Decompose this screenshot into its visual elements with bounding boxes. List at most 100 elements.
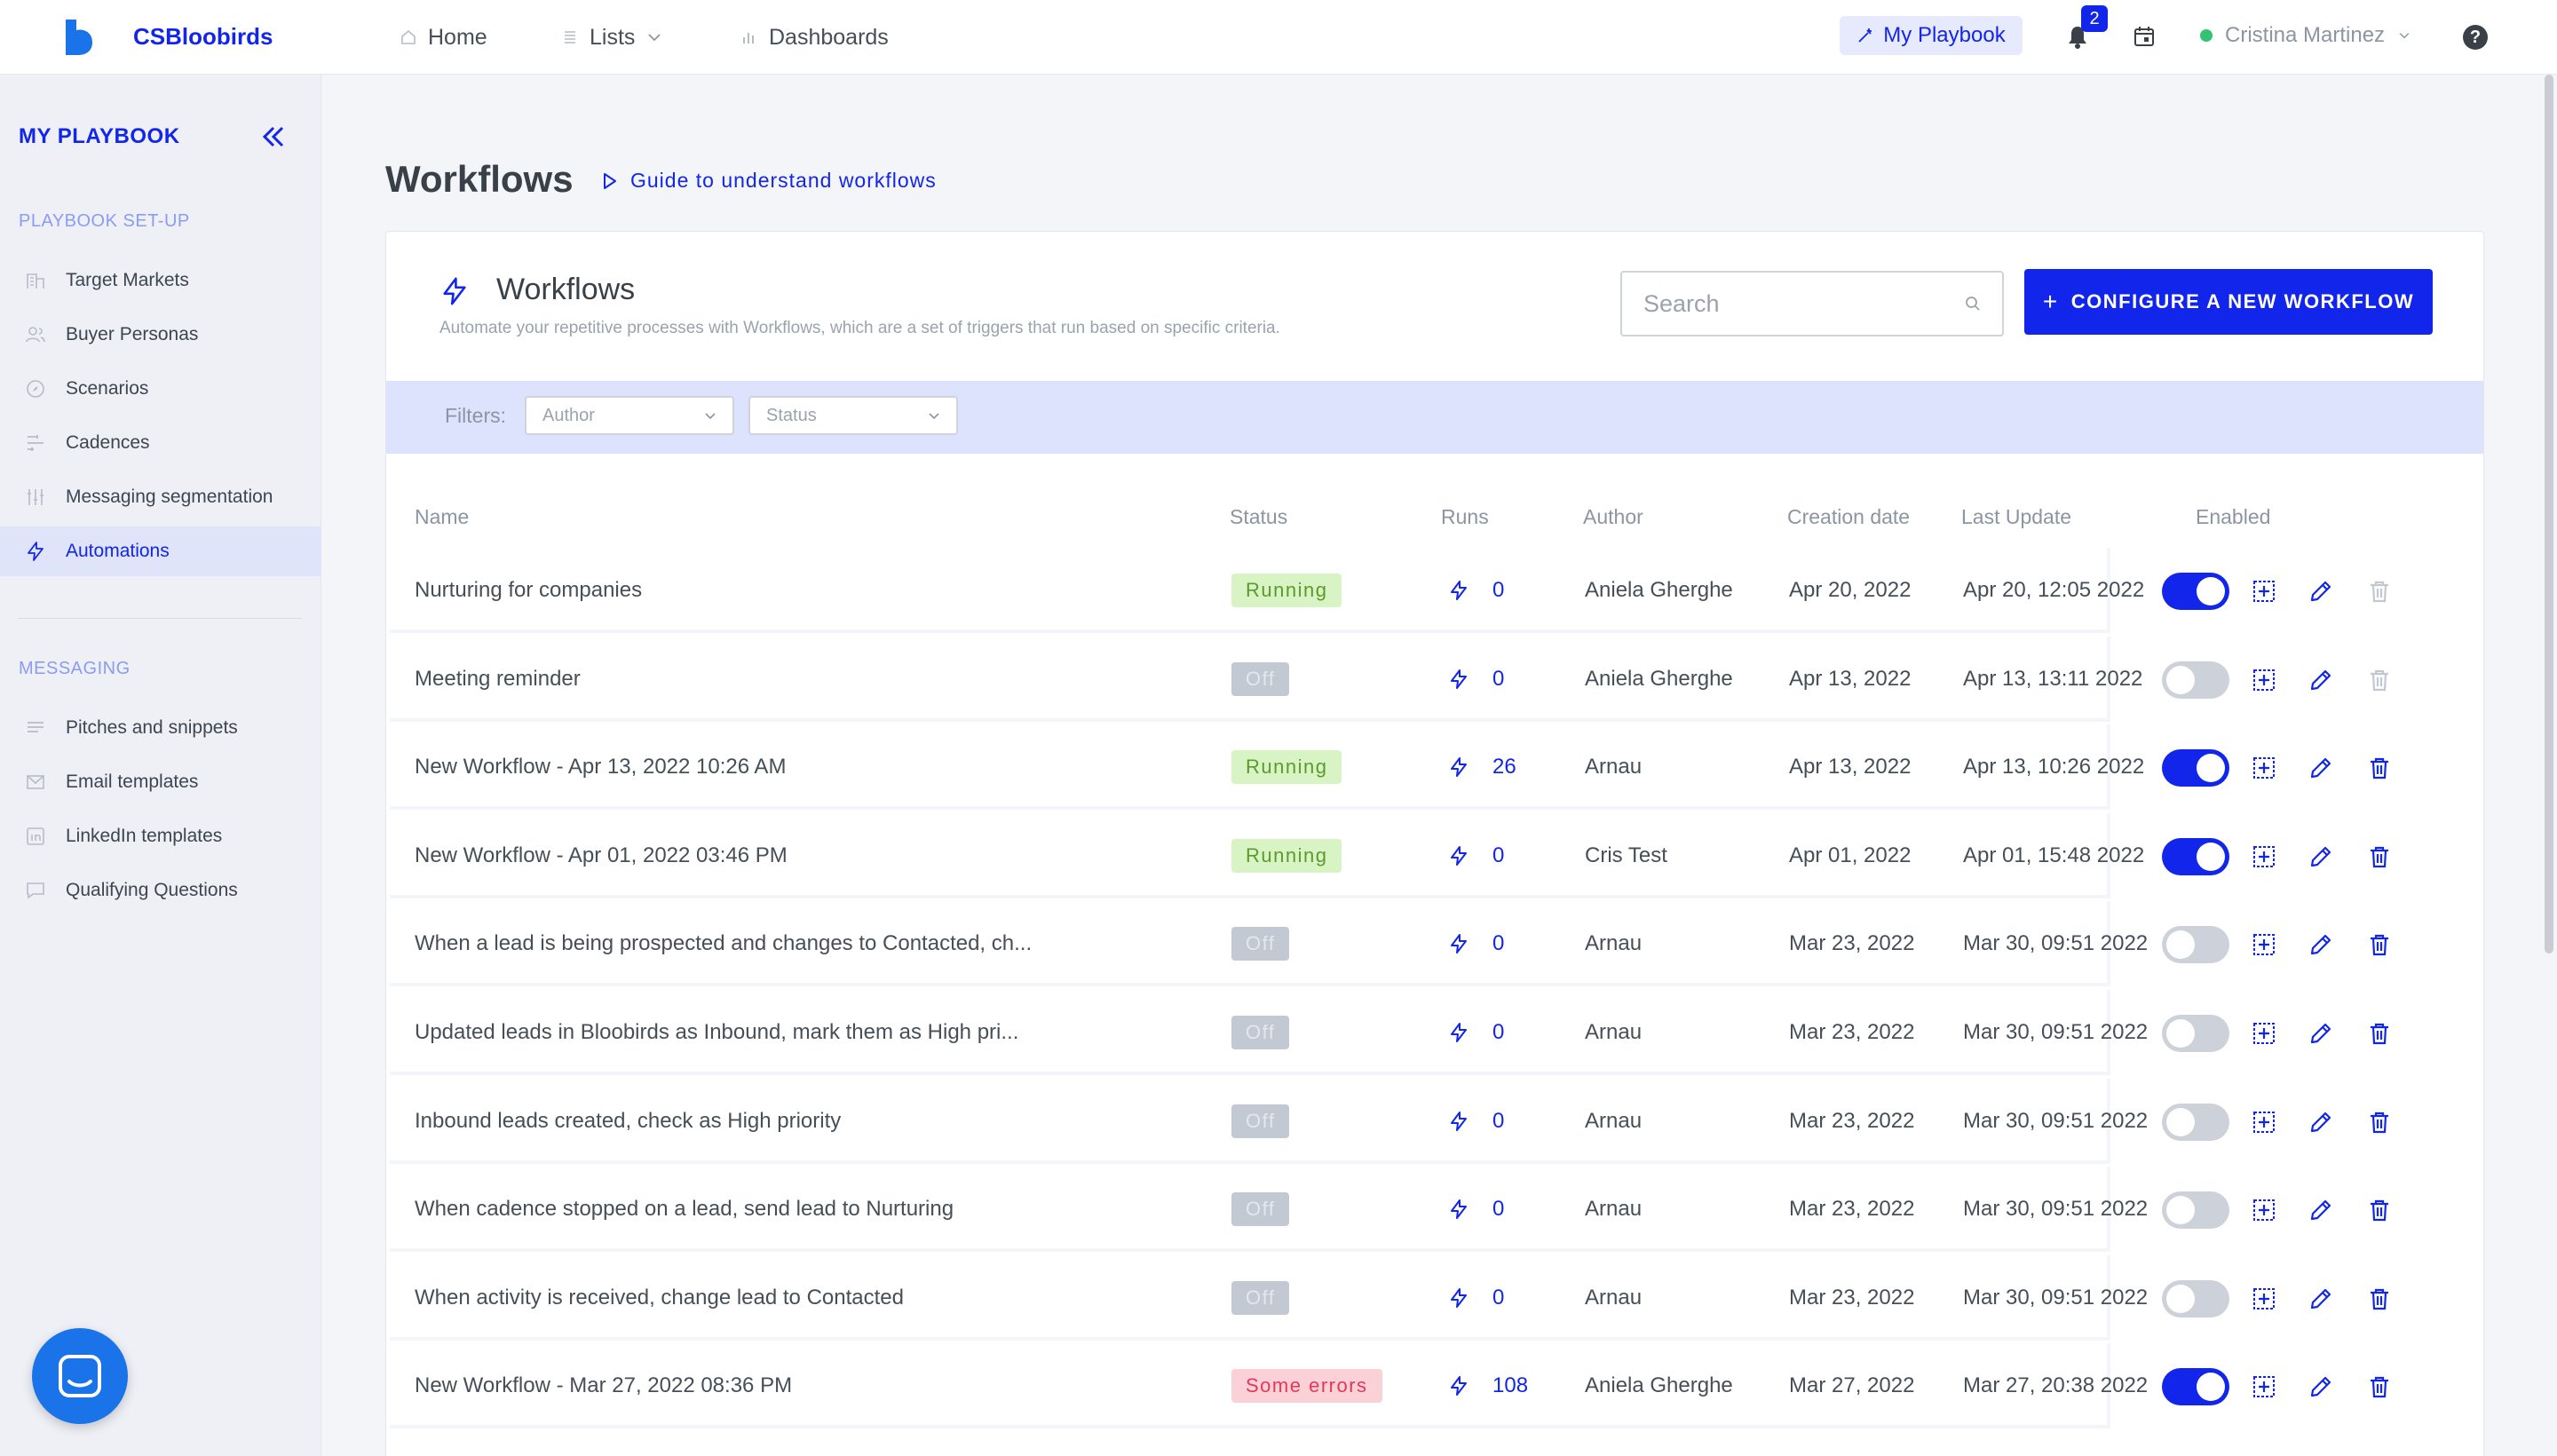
clone-icon[interactable] <box>2251 1373 2277 1400</box>
edit-pencil-icon[interactable] <box>2308 667 2334 693</box>
support-chat-button[interactable] <box>32 1328 128 1424</box>
edit-pencil-icon[interactable] <box>2308 843 2334 870</box>
table-row[interactable]: Meeting reminder Off 0 Aniela Gherghe Apr 13… <box>390 636 2471 722</box>
bloobirds-logo-icon[interactable] <box>62 18 96 57</box>
delete-trash-icon[interactable] <box>2366 1020 2393 1047</box>
clone-icon[interactable] <box>2251 755 2277 781</box>
table-row[interactable]: New Workflow - Mar 27, 2022 08:36 PM Some… <box>390 1343 2471 1429</box>
delete-trash-icon[interactable] <box>2366 843 2393 870</box>
workflow-name[interactable]: Meeting reminder <box>415 637 581 722</box>
workflow-name[interactable]: Inbound leads created, check as High pri… <box>415 1079 841 1164</box>
clone-icon[interactable] <box>2251 843 2277 870</box>
nav-dashboards[interactable]: Dashboards <box>740 21 889 53</box>
edit-pencil-icon[interactable] <box>2308 931 2334 958</box>
help-icon[interactable]: ? <box>2463 25 2488 50</box>
author-cell: Arnau <box>1585 1285 1643 1310</box>
edit-pencil-icon[interactable] <box>2308 1373 2334 1400</box>
guide-link[interactable]: Guide to understand workflows <box>602 169 937 193</box>
edit-pencil-icon[interactable] <box>2308 1020 2334 1047</box>
calendar-icon[interactable] <box>2133 25 2156 48</box>
workflow-name[interactable]: When activity is received, change lead t… <box>415 1255 904 1341</box>
sidebar-item-automations[interactable]: Automations <box>0 526 321 576</box>
delete-trash-icon[interactable] <box>2366 667 2393 693</box>
column-header-creation-date[interactable]: Creation date <box>1787 505 1910 529</box>
author-filter-select[interactable]: Author <box>525 396 734 435</box>
clone-icon[interactable] <box>2251 1109 2277 1136</box>
sidebar-item-label: Target Markets <box>66 270 189 290</box>
edit-pencil-icon[interactable] <box>2308 1109 2334 1136</box>
table-row[interactable]: When cadence stopped on a lead, send lea… <box>390 1167 2471 1253</box>
workflow-name[interactable]: Nurturing for companies <box>415 548 642 633</box>
creation-date-cell: Apr 13, 2022 <box>1789 666 1912 691</box>
sidebar-item-cadences[interactable]: Cadences <box>0 418 321 468</box>
enabled-toggle[interactable] <box>2162 1279 2229 1318</box>
edit-pencil-icon[interactable] <box>2308 1197 2334 1223</box>
nav-home[interactable]: Home <box>400 21 487 53</box>
table-row[interactable]: New Workflow - Apr 01, 2022 03:46 PM Runn… <box>390 812 2471 898</box>
configure-workflow-button[interactable]: + CONFIGURE A NEW WORKFLOW <box>2024 269 2433 335</box>
enabled-toggle[interactable] <box>2162 1015 2229 1052</box>
delete-trash-icon[interactable] <box>2366 1373 2393 1400</box>
brand-name[interactable]: CSBloobirds <box>133 23 273 51</box>
runs-cell: 0 <box>1448 901 1504 986</box>
delete-trash-icon[interactable] <box>2366 1109 2393 1136</box>
edit-pencil-icon[interactable] <box>2308 755 2334 781</box>
delete-trash-icon[interactable] <box>2366 931 2393 958</box>
edit-pencil-icon[interactable] <box>2308 1286 2334 1312</box>
workflow-name[interactable]: When a lead is being prospected and chan… <box>415 901 1032 986</box>
runs-cell: 26 <box>1448 724 1516 810</box>
enabled-toggle[interactable] <box>2162 749 2229 787</box>
enabled-toggle[interactable] <box>2162 573 2229 610</box>
sidebar-item-qualifying-questions[interactable]: Qualifying Questions <box>0 866 321 915</box>
enabled-toggle[interactable] <box>2162 661 2229 699</box>
sidebar-item-messaging-segmentation[interactable]: Messaging segmentation <box>0 472 321 522</box>
delete-trash-icon[interactable] <box>2366 755 2393 781</box>
sidebar-item-buyer-personas[interactable]: Buyer Personas <box>0 310 321 360</box>
table-row[interactable]: When activity is received, change lead t… <box>390 1254 2471 1341</box>
clone-icon[interactable] <box>2251 667 2277 693</box>
sidebar-item-linkedin-templates[interactable]: LinkedIn templates <box>0 811 321 861</box>
my-playbook-button[interactable]: My Playbook <box>1840 16 2023 55</box>
enabled-toggle[interactable] <box>2162 1368 2229 1406</box>
bolt-icon <box>1451 1199 1467 1220</box>
column-header-name[interactable]: Name <box>415 505 469 529</box>
clone-icon[interactable] <box>2251 931 2277 958</box>
column-header-author[interactable]: Author <box>1583 505 1643 529</box>
enabled-toggle[interactable] <box>2162 926 2229 964</box>
user-menu[interactable]: Cristina Martinez <box>2200 23 2411 48</box>
search-input[interactable]: Search <box>1620 271 2004 336</box>
page-scrollbar[interactable] <box>2545 75 2553 954</box>
delete-trash-icon[interactable] <box>2366 578 2393 605</box>
table-row[interactable]: When a lead is being prospected and chan… <box>390 901 2471 987</box>
table-row[interactable]: New Workflow - Apr 13, 2022 10:26 AM Runn… <box>390 724 2471 811</box>
column-header-status[interactable]: Status <box>1230 505 1287 529</box>
table-row[interactable]: Nurturing for companies Running 0 Aniela Gh… <box>390 548 2471 633</box>
edit-pencil-icon[interactable] <box>2308 578 2334 605</box>
clone-icon[interactable] <box>2251 578 2277 605</box>
workflow-name[interactable]: New Workflow - Apr 01, 2022 03:46 PM <box>415 813 788 898</box>
clone-icon[interactable] <box>2251 1020 2277 1047</box>
enabled-toggle[interactable] <box>2162 837 2229 875</box>
table-row[interactable]: Inbound leads created, check as High pri… <box>390 1078 2471 1164</box>
enabled-toggle[interactable] <box>2162 1191 2229 1230</box>
collapse-sidebar-icon[interactable] <box>259 123 288 151</box>
column-header-last-update[interactable]: Last Update <box>1961 505 2071 529</box>
workflow-name[interactable]: When cadence stopped on a lead, send lea… <box>415 1167 954 1252</box>
workflow-name[interactable]: Updated leads in Bloobirds as Inbound, m… <box>415 990 1018 1075</box>
delete-trash-icon[interactable] <box>2366 1286 2393 1312</box>
sidebar-item-scenarios[interactable]: Scenarios <box>0 364 321 414</box>
status-filter-select[interactable]: Status <box>748 396 958 435</box>
sidebar-item-email-templates[interactable]: Email templates <box>0 757 321 807</box>
clone-icon[interactable] <box>2251 1286 2277 1312</box>
column-header-enabled[interactable]: Enabled <box>2196 505 2270 529</box>
sidebar-item-target-markets[interactable]: Target Markets <box>0 256 321 305</box>
workflow-name[interactable]: New Workflow - Apr 13, 2022 10:26 AM <box>415 724 786 810</box>
workflow-name[interactable]: New Workflow - Mar 27, 2022 08:36 PM <box>415 1343 792 1428</box>
delete-trash-icon[interactable] <box>2366 1197 2393 1223</box>
table-row[interactable]: Updated leads in Bloobirds as Inbound, m… <box>390 990 2471 1075</box>
nav-lists[interactable]: Lists <box>561 21 663 53</box>
enabled-toggle[interactable] <box>2162 1103 2229 1141</box>
sidebar-item-pitches[interactable]: Pitches and snippets <box>0 703 321 753</box>
column-header-runs[interactable]: Runs <box>1441 505 1489 529</box>
clone-icon[interactable] <box>2251 1197 2277 1223</box>
